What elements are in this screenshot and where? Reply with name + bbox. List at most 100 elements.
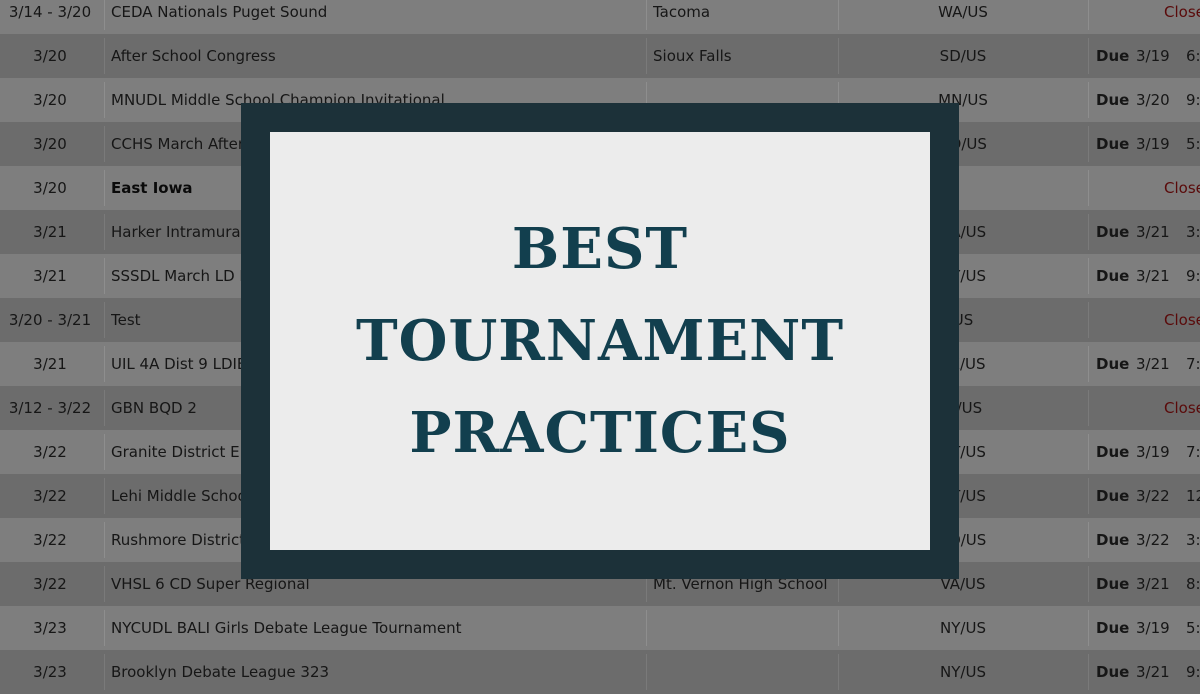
column-separator: [1088, 566, 1089, 602]
table-row[interactable]: 3/23 Brooklyn Debate League 323 NY/US Due 3/…: [0, 650, 1200, 694]
headline-line-3: PRACTICES: [409, 400, 791, 466]
row-status: Closed: [1164, 3, 1200, 21]
row-due-label: Due: [1096, 443, 1130, 461]
row-due-date: 3/19: [1136, 619, 1170, 637]
row-due-time: 9:: [1186, 91, 1200, 109]
column-separator: [1088, 302, 1089, 338]
row-due-time: 9:: [1186, 663, 1200, 681]
column-separator: [104, 610, 105, 646]
row-tournament-name[interactable]: After School Congress: [111, 34, 641, 78]
row-date: 3/20: [33, 135, 67, 153]
row-due-label: Due: [1096, 487, 1130, 505]
column-separator: [104, 82, 105, 118]
column-separator: [1088, 610, 1089, 646]
column-separator: [1088, 390, 1089, 426]
row-due-date: 3/21: [1136, 575, 1170, 593]
column-separator: [1088, 478, 1089, 514]
row-due-date: 3/21: [1136, 223, 1170, 241]
column-separator: [104, 38, 105, 74]
row-due-label: Due: [1096, 223, 1130, 241]
row-date: 3/22: [33, 531, 67, 549]
row-state: SD/US: [939, 47, 987, 65]
row-status: Closed: [1164, 399, 1200, 417]
column-separator: [646, 654, 647, 690]
row-status: Closed: [1164, 311, 1200, 329]
row-due-date: 3/21: [1136, 267, 1170, 285]
column-separator: [646, 38, 647, 74]
row-city: Sioux Falls: [653, 47, 732, 65]
column-separator: [1088, 214, 1089, 250]
row-due-label: Due: [1096, 663, 1130, 681]
row-due-time: 8:: [1186, 575, 1200, 593]
row-date: 3/12 - 3/22: [8, 399, 92, 417]
table-row[interactable]: 3/14 - 3/20 CEDA Nationals Puget Sound Tac…: [0, 0, 1200, 34]
title-card: BEST TOURNAMENT PRACTICES: [270, 132, 930, 550]
row-due-time: 12: [1186, 487, 1200, 505]
column-separator: [646, 610, 647, 646]
column-separator: [104, 566, 105, 602]
row-due-time: 9:: [1186, 267, 1200, 285]
row-due-time: 6:: [1186, 47, 1200, 65]
row-date: 3/20 - 3/21: [8, 311, 92, 329]
row-state: WA/US: [938, 3, 988, 21]
column-separator: [104, 654, 105, 690]
column-separator: [104, 258, 105, 294]
row-due-date: 3/19: [1136, 443, 1170, 461]
column-separator: [104, 170, 105, 206]
column-separator: [1088, 434, 1089, 470]
row-due-time: 7:: [1186, 355, 1200, 373]
column-separator: [104, 214, 105, 250]
row-date: 3/22: [33, 487, 67, 505]
title-overlay-frame: BEST TOURNAMENT PRACTICES: [241, 103, 959, 579]
row-due-date: 3/20: [1136, 91, 1170, 109]
row-date: 3/23: [33, 619, 67, 637]
headline-line-2: TOURNAMENT: [356, 308, 844, 374]
headline-line-1: BEST: [511, 216, 689, 282]
column-separator: [1088, 258, 1089, 294]
row-state: NY/US: [940, 619, 986, 637]
column-separator: [1088, 654, 1089, 690]
row-due-date: 3/19: [1136, 135, 1170, 153]
column-separator: [1088, 82, 1089, 118]
row-due-label: Due: [1096, 47, 1130, 65]
row-due-time: 5:: [1186, 135, 1200, 153]
row-status: Closed: [1164, 179, 1200, 197]
row-due-label: Due: [1096, 267, 1130, 285]
row-due-time: 3:: [1186, 223, 1200, 241]
table-row[interactable]: 3/20 After School Congress Sioux Falls SD/U…: [0, 34, 1200, 78]
row-tournament-name[interactable]: CEDA Nationals Puget Sound: [111, 0, 641, 34]
column-separator: [1088, 38, 1089, 74]
row-date: 3/21: [33, 267, 67, 285]
row-due-time: 5:: [1186, 619, 1200, 637]
row-due-label: Due: [1096, 355, 1130, 373]
row-date: 3/21: [33, 355, 67, 373]
column-separator: [1088, 170, 1089, 206]
row-due-label: Due: [1096, 619, 1130, 637]
row-tournament-name[interactable]: Brooklyn Debate League 323: [111, 650, 641, 694]
row-date: 3/22: [33, 575, 67, 593]
column-separator: [1088, 522, 1089, 558]
column-separator: [104, 0, 105, 30]
row-due-date: 3/21: [1136, 663, 1170, 681]
row-date: 3/21: [33, 223, 67, 241]
row-due-date: 3/22: [1136, 487, 1170, 505]
row-due-time: 3:: [1186, 531, 1200, 549]
row-date: 3/20: [33, 91, 67, 109]
row-due-label: Due: [1096, 575, 1130, 593]
row-state: NY/US: [940, 663, 986, 681]
column-separator: [104, 346, 105, 382]
row-city: Tacoma: [653, 3, 711, 21]
row-due-date: 3/22: [1136, 531, 1170, 549]
row-date: 3/20: [33, 179, 67, 197]
column-separator: [104, 390, 105, 426]
column-separator: [1088, 0, 1089, 30]
table-row[interactable]: 3/23 NYCUDL BALI Girls Debate League Tour…: [0, 606, 1200, 650]
column-separator: [1088, 126, 1089, 162]
column-separator: [1088, 346, 1089, 382]
row-due-label: Due: [1096, 531, 1130, 549]
row-due-time: 7:: [1186, 443, 1200, 461]
column-separator: [646, 0, 647, 30]
column-separator: [104, 302, 105, 338]
row-date: 3/20: [33, 47, 67, 65]
row-tournament-name[interactable]: NYCUDL BALI Girls Debate League Tourname…: [111, 606, 641, 650]
